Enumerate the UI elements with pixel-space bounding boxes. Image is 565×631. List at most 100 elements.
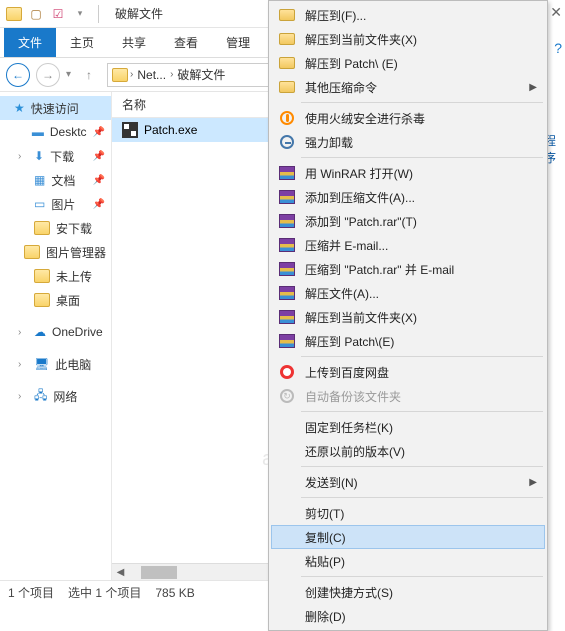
uninstall-icon [280, 135, 294, 149]
sync-icon [280, 389, 294, 403]
exe-icon [122, 122, 138, 138]
help-icon[interactable]: ? [554, 40, 562, 56]
ctx-separator [301, 466, 543, 467]
ctx-cut[interactable]: 剪切(T) [271, 501, 545, 525]
ctx-send-to[interactable]: 发送到(N)▶ [271, 470, 545, 494]
ctx-separator [301, 356, 543, 357]
sidebar-item-folder[interactable]: 未上传 [0, 264, 111, 288]
tab-share[interactable]: 共享 [108, 28, 160, 57]
pin-icon: 📌 [93, 199, 105, 210]
sidebar-item-folder[interactable]: 桌面 [0, 288, 111, 312]
tab-view[interactable]: 查看 [160, 28, 212, 57]
pin-icon: 📌 [93, 151, 105, 162]
ctx-extract-files[interactable]: 解压文件(A)... [271, 281, 545, 305]
tab-home[interactable]: 主页 [56, 28, 108, 57]
ctx-pin-taskbar[interactable]: 固定到任务栏(K) [271, 415, 545, 439]
chevron-right-icon[interactable]: › [18, 327, 28, 338]
sidebar-quick-access[interactable]: ★ 快速访问 [0, 96, 111, 120]
status-selected: 选中 1 个项目 [68, 584, 141, 601]
sidebar-item-folder[interactable]: 图片管理器 [0, 240, 111, 264]
document-icon: ▦ [34, 173, 45, 187]
ctx-extract-patch[interactable]: 解压到 Patch\ (E) [271, 51, 545, 75]
breadcrumb-item[interactable]: 破解文件 [175, 66, 227, 83]
nav-sidebar: ★ 快速访问 ▬Desktc📌 ›⬇下载📌 ▦文档📌 ▭图片📌 安下载 图片管理… [0, 92, 112, 580]
ctx-compress-email[interactable]: 压缩并 E-mail... [271, 233, 545, 257]
winrar-icon [279, 214, 295, 228]
pin-icon: 📌 [93, 175, 105, 186]
ctx-auto-backup: 自动备份该文件夹 [271, 384, 545, 408]
ctx-extract-here2[interactable]: 解压到当前文件夹(X) [271, 305, 545, 329]
chevron-right-icon[interactable]: › [18, 359, 28, 370]
sidebar-item-pictures[interactable]: ▭图片📌 [0, 192, 111, 216]
status-count: 1 个项目 [8, 584, 54, 601]
ctx-force-uninstall[interactable]: 强力卸载 [271, 130, 545, 154]
file-name: Patch.exe [144, 123, 197, 137]
winrar-icon [279, 238, 295, 252]
ctx-extract-patch2[interactable]: 解压到 Patch\(E) [271, 329, 545, 353]
ctx-extract-to[interactable]: 解压到(F)... [271, 3, 545, 27]
sidebar-onedrive[interactable]: ›☁OneDrive [0, 320, 111, 344]
baidu-icon [280, 365, 294, 379]
ctx-huorong-scan[interactable]: 使用火绒安全进行杀毒 [271, 106, 545, 130]
nav-up-button[interactable]: ↑ [77, 63, 101, 87]
ctx-open-winrar[interactable]: 用 WinRAR 打开(W) [271, 161, 545, 185]
winrar-icon [279, 166, 295, 180]
sidebar-item-folder[interactable]: 安下载 [0, 216, 111, 240]
winrar-icon [279, 262, 295, 276]
sidebar-thispc[interactable]: ›🖥此电脑 [0, 352, 111, 376]
picture-icon: ▭ [34, 197, 45, 211]
sidebar-item-downloads[interactable]: ›⬇下载📌 [0, 144, 111, 168]
ctx-extract-here[interactable]: 解压到当前文件夹(X) [271, 27, 545, 51]
winrar-icon [279, 310, 295, 324]
winrar-icon [279, 286, 295, 300]
chevron-right-icon[interactable]: › [18, 151, 28, 162]
scroll-left-arrow[interactable]: ◀ [112, 564, 129, 581]
ctx-add-archive[interactable]: 添加到压缩文件(A)... [271, 185, 545, 209]
folder-icon [24, 245, 40, 259]
tab-manage[interactable]: 管理 [212, 28, 264, 57]
chevron-right-icon: › [170, 69, 173, 80]
ctx-add-patch-rar[interactable]: 添加到 "Patch.rar"(T) [271, 209, 545, 233]
folder-icon [279, 9, 295, 21]
tab-file[interactable]: 文件 [4, 28, 56, 57]
cloud-icon: ☁ [34, 325, 46, 339]
sidebar-item-desktop[interactable]: ▬Desktc📌 [0, 120, 111, 144]
chevron-right-icon[interactable]: › [18, 391, 28, 402]
chevron-right-icon: ▶ [529, 82, 537, 93]
desktop-icon: ▬ [32, 125, 44, 139]
ctx-restore-prev[interactable]: 还原以前的版本(V) [271, 439, 545, 463]
qat-check-icon[interactable]: ☑ [50, 6, 66, 22]
folder-icon [34, 221, 50, 235]
ctx-separator [301, 576, 543, 577]
folder-icon [279, 57, 295, 69]
ctx-separator [301, 497, 543, 498]
qat-dropdown-icon[interactable]: ▾ [72, 6, 88, 22]
ctx-upload-baidu[interactable]: 上传到百度网盘 [271, 360, 545, 384]
ctx-other-compress[interactable]: 其他压缩命令▶ [271, 75, 545, 99]
ctx-separator [301, 157, 543, 158]
status-size: 785 KB [155, 586, 194, 600]
ctx-copy[interactable]: 复制(C) [271, 525, 545, 549]
network-icon: 🖧 [34, 386, 47, 407]
breadcrumb-item[interactable]: Net... [135, 68, 168, 82]
context-menu: 解压到(F)... 解压到当前文件夹(X) 解压到 Patch\ (E) 其他压… [268, 0, 548, 631]
scroll-thumb[interactable] [141, 566, 177, 579]
qat-item[interactable]: ▢ [28, 6, 44, 22]
ctx-delete[interactable]: 删除(D) [271, 604, 545, 628]
ctx-compress-patch-email[interactable]: 压缩到 "Patch.rar" 并 E-mail [271, 257, 545, 281]
nav-forward-button[interactable]: → [36, 63, 60, 87]
pin-icon: 📌 [93, 127, 105, 138]
ctx-separator [301, 411, 543, 412]
ctx-create-shortcut[interactable]: 创建快捷方式(S) [271, 580, 545, 604]
ctx-paste[interactable]: 粘贴(P) [271, 549, 545, 573]
ctx-separator [301, 102, 543, 103]
nav-back-button[interactable]: ← [6, 63, 30, 87]
folder-icon [34, 293, 50, 307]
folder-icon [6, 6, 22, 22]
close-icon[interactable]: ✕ [550, 4, 562, 21]
nav-history-dropdown[interactable]: ▾ [66, 69, 71, 80]
quick-access-toolbar: ▢ ☑ ▾ [0, 5, 109, 23]
sidebar-network[interactable]: ›🖧网络 [0, 384, 111, 408]
window-title: 破解文件 [109, 5, 169, 22]
sidebar-item-documents[interactable]: ▦文档📌 [0, 168, 111, 192]
